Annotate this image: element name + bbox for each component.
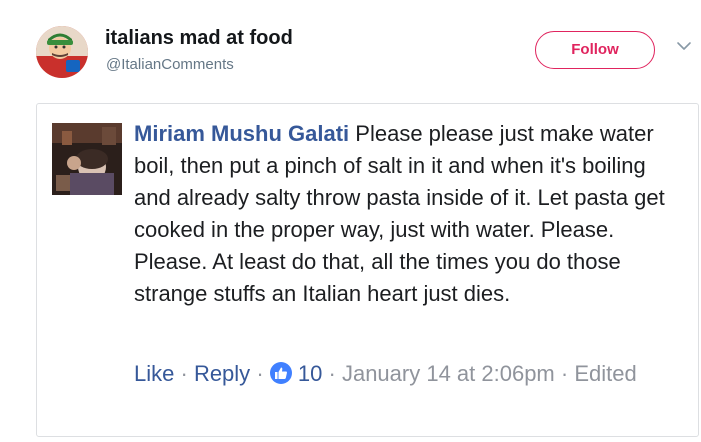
thumbs-up-icon[interactable]	[269, 362, 292, 384]
separator-dot: ·	[180, 361, 188, 386]
author-handle[interactable]: @ItalianComments	[106, 56, 234, 73]
comment-timestamp[interactable]: January 14 at 2:06pm	[342, 361, 555, 386]
author-name[interactable]: italians mad at food	[105, 27, 293, 50]
avatar-illustration-icon	[36, 26, 88, 78]
embedded-comment-card: Miriam Mushu Galati Please please just m…	[36, 103, 699, 437]
chevron-down-icon[interactable]	[676, 38, 692, 54]
comment-text: Please please just make water boil, then…	[134, 121, 665, 306]
tweet-header: italians mad at food @ItalianComments Fo…	[0, 0, 701, 100]
author-avatar[interactable]	[36, 26, 88, 78]
follow-button[interactable]: Follow	[535, 31, 655, 69]
commenter-photo-icon	[52, 123, 122, 195]
comment-actions: Like · Reply · 10 · January 14 at 2:06pm…	[134, 358, 674, 390]
like-link[interactable]: Like	[134, 361, 174, 386]
separator-dot: ·	[560, 361, 569, 386]
separator-dot: ·	[256, 361, 264, 386]
separator-dot: ·	[328, 361, 336, 386]
reaction-count[interactable]: 10	[298, 361, 322, 386]
comment-body: Miriam Mushu Galati Please please just m…	[134, 118, 674, 310]
commenter-name-link[interactable]: Miriam Mushu Galati	[134, 121, 349, 146]
reply-link[interactable]: Reply	[194, 361, 250, 386]
edited-label[interactable]: Edited	[574, 361, 636, 386]
commenter-avatar[interactable]	[52, 123, 122, 195]
